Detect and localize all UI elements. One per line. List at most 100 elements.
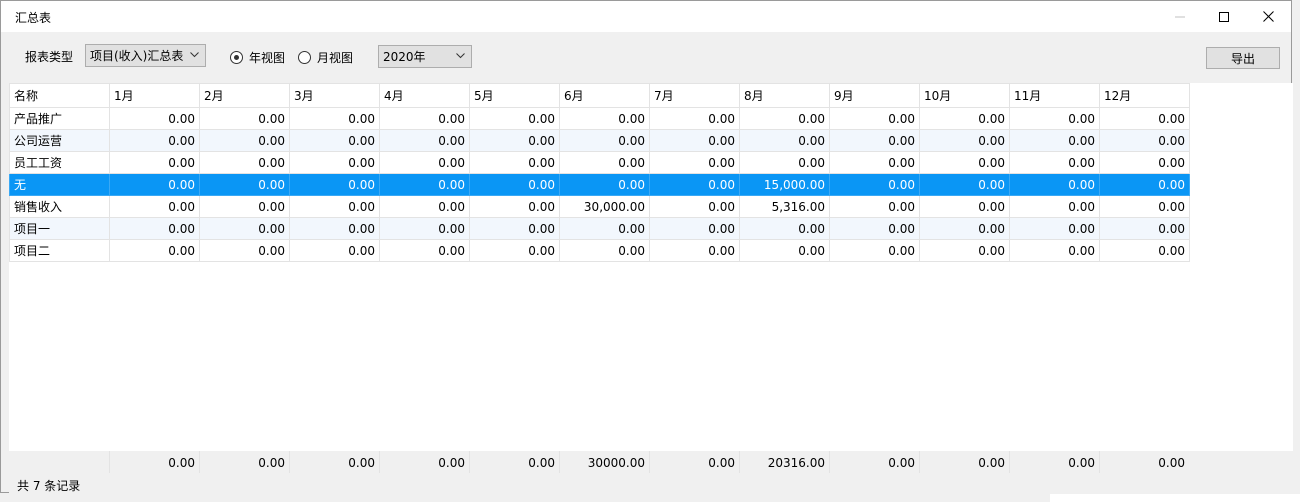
value-cell[interactable]: 0.00 <box>649 217 740 240</box>
value-cell[interactable]: 0.00 <box>919 173 1010 196</box>
value-cell[interactable]: 0.00 <box>559 151 650 174</box>
value-cell[interactable]: 0.00 <box>199 129 290 152</box>
value-cell[interactable]: 0.00 <box>1009 239 1100 262</box>
radio-month-view[interactable] <box>298 51 311 64</box>
value-cell[interactable]: 30,000.00 <box>559 195 650 218</box>
value-cell[interactable]: 0.00 <box>289 239 380 262</box>
value-cell[interactable]: 0.00 <box>199 239 290 262</box>
value-cell[interactable]: 0.00 <box>559 173 650 196</box>
value-cell[interactable]: 0.00 <box>469 129 560 152</box>
table-row[interactable]: 项目二 0.00 0.00 0.00 0.00 0.00 0.00 0.00 0.00 0.00 0… <box>9 239 1190 262</box>
value-cell[interactable]: 0.00 <box>289 173 380 196</box>
value-cell[interactable]: 0.00 <box>919 195 1010 218</box>
value-cell[interactable]: 0.00 <box>469 173 560 196</box>
value-cell[interactable]: 0.00 <box>109 195 200 218</box>
row-name-cell[interactable]: 项目二 <box>9 239 110 262</box>
header-cell[interactable]: 5月 <box>469 83 560 108</box>
value-cell[interactable]: 0.00 <box>739 151 830 174</box>
header-cell[interactable]: 4月 <box>379 83 470 108</box>
year-select[interactable]: 2020年 <box>378 45 472 68</box>
value-cell[interactable]: 0.00 <box>109 129 200 152</box>
value-cell[interactable]: 0.00 <box>469 239 560 262</box>
value-cell[interactable]: 0.00 <box>199 173 290 196</box>
value-cell[interactable]: 0.00 <box>289 217 380 240</box>
value-cell[interactable]: 0.00 <box>1099 217 1190 240</box>
value-cell[interactable]: 0.00 <box>379 151 470 174</box>
row-name-cell[interactable]: 公司运营 <box>9 129 110 152</box>
value-cell[interactable]: 0.00 <box>829 129 920 152</box>
value-cell[interactable]: 15,000.00 <box>739 173 830 196</box>
value-cell[interactable]: 0.00 <box>109 151 200 174</box>
value-cell[interactable]: 0.00 <box>829 195 920 218</box>
value-cell[interactable]: 0.00 <box>1009 217 1100 240</box>
value-cell[interactable]: 0.00 <box>1099 173 1190 196</box>
row-name-cell[interactable]: 产品推广 <box>9 107 110 130</box>
value-cell[interactable]: 0.00 <box>739 239 830 262</box>
value-cell[interactable]: 0.00 <box>109 239 200 262</box>
value-cell[interactable]: 0.00 <box>559 129 650 152</box>
table-row[interactable]: 无 0.00 0.00 0.00 0.00 0.00 0.00 0.00 15,000.00 0.… <box>9 173 1190 196</box>
value-cell[interactable]: 0.00 <box>199 151 290 174</box>
value-cell[interactable]: 0.00 <box>1009 151 1100 174</box>
value-cell[interactable]: 0.00 <box>739 129 830 152</box>
value-cell[interactable]: 0.00 <box>559 217 650 240</box>
value-cell[interactable]: 0.00 <box>739 107 830 130</box>
table-row[interactable]: 销售收入 0.00 0.00 0.00 0.00 0.00 30,000.00 0.00 5,3… <box>9 195 1190 218</box>
radio-year-view[interactable] <box>230 51 243 64</box>
value-cell[interactable]: 0.00 <box>109 173 200 196</box>
value-cell[interactable]: 0.00 <box>379 217 470 240</box>
value-cell[interactable]: 0.00 <box>919 107 1010 130</box>
value-cell[interactable]: 0.00 <box>829 173 920 196</box>
table-row[interactable]: 员工工资 0.00 0.00 0.00 0.00 0.00 0.00 0.00 0.00 0.00… <box>9 151 1190 174</box>
value-cell[interactable]: 0.00 <box>649 173 740 196</box>
value-cell[interactable]: 0.00 <box>469 151 560 174</box>
value-cell[interactable]: 0.00 <box>1099 239 1190 262</box>
value-cell[interactable]: 0.00 <box>1099 129 1190 152</box>
value-cell[interactable]: 5,316.00 <box>739 195 830 218</box>
value-cell[interactable]: 0.00 <box>919 217 1010 240</box>
value-cell[interactable]: 0.00 <box>379 173 470 196</box>
header-cell[interactable]: 8月 <box>739 83 830 108</box>
value-cell[interactable]: 0.00 <box>109 217 200 240</box>
value-cell[interactable]: 0.00 <box>829 107 920 130</box>
value-cell[interactable]: 0.00 <box>289 107 380 130</box>
header-cell[interactable]: 7月 <box>649 83 740 108</box>
value-cell[interactable]: 0.00 <box>919 239 1010 262</box>
value-cell[interactable]: 0.00 <box>649 107 740 130</box>
value-cell[interactable]: 0.00 <box>379 239 470 262</box>
value-cell[interactable]: 0.00 <box>469 217 560 240</box>
value-cell[interactable]: 0.00 <box>559 107 650 130</box>
value-cell[interactable]: 0.00 <box>289 151 380 174</box>
value-cell[interactable]: 0.00 <box>919 151 1010 174</box>
row-name-cell[interactable]: 销售收入 <box>9 195 110 218</box>
value-cell[interactable]: 0.00 <box>379 129 470 152</box>
report-type-select[interactable]: 项目(收入)汇总表 <box>85 44 206 67</box>
value-cell[interactable]: 0.00 <box>1099 195 1190 218</box>
value-cell[interactable]: 0.00 <box>199 107 290 130</box>
header-cell[interactable]: 6月 <box>559 83 650 108</box>
header-cell[interactable]: 9月 <box>829 83 920 108</box>
value-cell[interactable]: 0.00 <box>1009 107 1100 130</box>
value-cell[interactable]: 0.00 <box>469 107 560 130</box>
row-name-cell[interactable]: 项目一 <box>9 217 110 240</box>
value-cell[interactable]: 0.00 <box>1009 195 1100 218</box>
value-cell[interactable]: 0.00 <box>1099 151 1190 174</box>
value-cell[interactable]: 0.00 <box>289 195 380 218</box>
header-cell[interactable]: 2月 <box>199 83 290 108</box>
export-button[interactable]: 导出 <box>1206 47 1280 69</box>
table-row[interactable]: 产品推广 0.00 0.00 0.00 0.00 0.00 0.00 0.00 0.00 0.00… <box>9 107 1190 130</box>
value-cell[interactable]: 0.00 <box>649 239 740 262</box>
value-cell[interactable]: 0.00 <box>379 107 470 130</box>
value-cell[interactable]: 0.00 <box>469 195 560 218</box>
row-name-cell[interactable]: 无 <box>9 173 110 196</box>
value-cell[interactable]: 0.00 <box>289 129 380 152</box>
value-cell[interactable]: 0.00 <box>829 239 920 262</box>
value-cell[interactable]: 0.00 <box>1009 173 1100 196</box>
header-cell[interactable]: 3月 <box>289 83 380 108</box>
header-cell[interactable]: 1月 <box>109 83 200 108</box>
value-cell[interactable]: 0.00 <box>559 239 650 262</box>
header-cell[interactable]: 名称 <box>9 83 110 108</box>
header-cell[interactable]: 11月 <box>1009 83 1100 108</box>
value-cell[interactable]: 0.00 <box>1009 129 1100 152</box>
minimize-button[interactable] <box>1157 1 1203 32</box>
